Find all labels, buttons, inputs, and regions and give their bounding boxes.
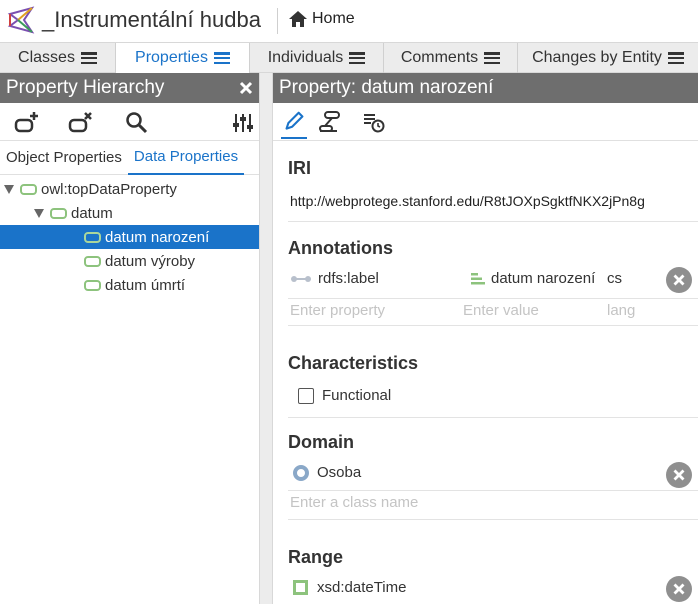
- title-separator: [277, 8, 278, 34]
- tab-label: Individuals: [267, 49, 344, 66]
- tab-comments[interactable]: Comments: [384, 43, 518, 73]
- editor-toolbar: [273, 103, 698, 141]
- tree-item[interactable]: owl:topDataProperty: [4, 177, 259, 201]
- search-icon[interactable]: [124, 110, 150, 136]
- domain-heading: Domain: [288, 432, 355, 452]
- iri-value[interactable]: http://webprotege.stanford.edu/R8tJOXpSg…: [290, 193, 645, 209]
- remove-property-icon[interactable]: [68, 110, 94, 136]
- menu-icon[interactable]: [349, 52, 366, 64]
- close-icon: [673, 469, 685, 481]
- tab-properties[interactable]: Properties: [116, 43, 250, 73]
- panel-splitter[interactable]: [259, 73, 273, 604]
- tab-label: Comments: [400, 49, 479, 66]
- home-label: Home: [312, 10, 355, 27]
- iri-heading: IRI: [288, 158, 312, 178]
- top-bar: _Instrumentální hudba Home: [0, 0, 698, 42]
- annotations-heading: Annotations: [288, 238, 393, 258]
- domain-class-input[interactable]: Enter a class name: [290, 494, 418, 511]
- tab-classes[interactable]: Classes: [0, 43, 116, 73]
- webprotege-logo-icon[interactable]: [4, 4, 36, 36]
- domain-class-label: Osoba: [317, 464, 362, 481]
- functional-label: Functional: [322, 387, 392, 404]
- datatype-icon: [293, 580, 308, 595]
- tab-object-properties[interactable]: Object Properties: [0, 141, 128, 175]
- tree-item-label: datum úmrtí: [105, 276, 186, 294]
- enter-value-input[interactable]: Enter value: [463, 302, 539, 319]
- tab-data-properties[interactable]: Data Properties: [127, 141, 245, 175]
- data-property-icon: [20, 183, 37, 195]
- tree-item-selected[interactable]: datum narození: [0, 225, 259, 249]
- add-property-icon[interactable]: [14, 110, 40, 136]
- checkbox-box[interactable]: [298, 387, 314, 404]
- panel-header: Property: datum narození: [273, 73, 698, 103]
- close-icon[interactable]: [239, 81, 253, 95]
- tree-item-label: datum výroby: [105, 252, 196, 270]
- project-title[interactable]: _Instrumentální hudba: [42, 7, 261, 33]
- enter-property-input[interactable]: Enter property: [290, 302, 385, 319]
- annotation-property-label: rdfs:label: [318, 270, 379, 287]
- history-icon[interactable]: [361, 109, 387, 135]
- section-divider: [288, 221, 698, 222]
- hierarchy-toolbar: [0, 103, 259, 141]
- tab-individuals[interactable]: Individuals: [250, 43, 384, 73]
- panel-header: Property Hierarchy: [0, 73, 259, 103]
- tree-item-label: datum: [71, 204, 113, 222]
- characteristics-heading: Characteristics: [288, 353, 419, 373]
- annotation-property[interactable]: rdfs:label: [290, 270, 379, 287]
- tree-item[interactable]: datum úmrtí: [84, 273, 259, 297]
- data-property-icon: [84, 255, 101, 267]
- lang-input[interactable]: lang: [607, 302, 635, 319]
- expand-toggle-icon[interactable]: [4, 184, 14, 194]
- range-datatype-label: xsd:dateTime: [317, 579, 407, 596]
- tab-label: Changes by Entity: [532, 49, 662, 66]
- tab-label: Properties: [135, 49, 208, 66]
- property-type-tabs: Object Properties Data Properties: [0, 141, 259, 175]
- panel-title: Property Hierarchy: [6, 77, 165, 98]
- pencil-icon[interactable]: [281, 109, 307, 139]
- class-icon: [293, 464, 309, 481]
- functional-checkbox[interactable]: Functional: [298, 387, 391, 404]
- range-heading: Range: [288, 547, 344, 567]
- tree-item[interactable]: datum: [34, 201, 259, 225]
- delete-range-button[interactable]: [666, 576, 692, 602]
- annotation-value[interactable]: datum narození: [470, 270, 595, 287]
- data-property-icon: [50, 207, 67, 219]
- menu-icon[interactable]: [484, 52, 501, 64]
- tab-changes-by-entity[interactable]: Changes by Entity: [518, 43, 698, 73]
- home-link[interactable]: Home: [288, 10, 355, 28]
- property-hierarchy-panel: Property Hierarchy Object Properties Dat…: [0, 73, 259, 604]
- row-divider: [288, 298, 698, 299]
- menu-icon[interactable]: [80, 52, 97, 64]
- data-property-icon: [84, 231, 101, 243]
- annotation-property-icon: [291, 275, 311, 282]
- expand-toggle-icon[interactable]: [34, 208, 44, 218]
- close-icon: [673, 274, 685, 286]
- domain-class[interactable]: Osoba: [293, 464, 361, 481]
- menu-icon[interactable]: [667, 52, 684, 64]
- home-icon: [289, 11, 307, 27]
- sliders-icon[interactable]: [230, 110, 256, 136]
- tree-item[interactable]: datum výroby: [84, 249, 259, 273]
- tree-item-label: owl:topDataProperty: [41, 180, 177, 198]
- property-tree: owl:topDataProperty datum datum narození…: [0, 177, 259, 307]
- menu-icon[interactable]: [213, 52, 230, 64]
- property-editor-panel: Property: datum narození IRI http://webp…: [273, 73, 698, 604]
- tree-item-label: datum narození: [105, 228, 210, 246]
- annotation-value-text: datum narození: [491, 270, 596, 287]
- panel-title: Property: datum narození: [279, 77, 494, 98]
- annotation-lang[interactable]: cs: [607, 270, 622, 287]
- tab-label: Classes: [18, 49, 75, 66]
- delete-domain-button[interactable]: [666, 462, 692, 488]
- literal-icon: [471, 272, 485, 284]
- range-datatype[interactable]: xsd:dateTime: [293, 579, 406, 596]
- section-divider: [288, 519, 698, 520]
- data-property-icon: [84, 279, 101, 291]
- row-divider: [288, 490, 698, 491]
- usage-icon[interactable]: [317, 109, 343, 135]
- main-tab-bar: Classes Properties Individuals Comments …: [0, 42, 698, 73]
- close-icon: [673, 583, 685, 595]
- section-divider: [288, 325, 698, 326]
- section-divider: [288, 417, 698, 418]
- delete-annotation-button[interactable]: [666, 267, 692, 293]
